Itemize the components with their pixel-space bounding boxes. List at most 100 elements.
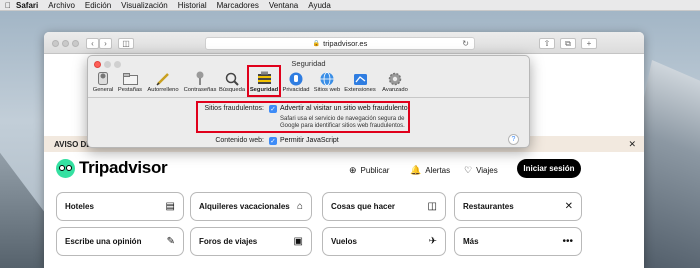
- menu-safari[interactable]: Safari: [16, 1, 38, 10]
- tab-general[interactable]: General: [92, 69, 114, 97]
- bed-icon: ▤: [165, 201, 175, 212]
- owl-icon: [56, 158, 75, 178]
- card-alquileres[interactable]: Alquileres vacacionales ⌂: [190, 192, 312, 221]
- ticket-icon: ◫: [427, 201, 437, 212]
- tab-busqueda[interactable]: Búsqueda: [218, 69, 246, 97]
- reload-icon[interactable]: ↻: [462, 39, 469, 48]
- prefs-title: Seguridad: [291, 59, 326, 68]
- window-minimize-button[interactable]: [62, 40, 69, 47]
- tab-autorrelleno[interactable]: Autorrelleno: [146, 69, 180, 97]
- tab-label: General: [92, 87, 114, 93]
- fraud-warning-checkbox[interactable]: ✓: [269, 105, 277, 113]
- tabs-overview-icon[interactable]: ⧉: [560, 38, 576, 49]
- tab-label: Pestañas: [117, 87, 143, 93]
- trips-link[interactable]: ♡ Viajes: [464, 165, 498, 176]
- back-icon[interactable]: ‹: [86, 38, 99, 49]
- tab-label: Autorrelleno: [147, 87, 179, 93]
- web-content-label: Contenido web:: [215, 137, 264, 144]
- menu-ayuda[interactable]: Ayuda: [308, 1, 331, 10]
- fraud-note-line2: Google para identificar sitios web fraud…: [280, 123, 405, 129]
- plus-circle-icon: ⊕: [349, 165, 357, 175]
- tab-privacidad[interactable]: Privacidad: [282, 69, 310, 97]
- tab-pestanas[interactable]: Pestañas: [116, 69, 144, 97]
- bell-icon: 🔔: [410, 165, 422, 175]
- safari-toolbar: ‹ › ◫ 🔒 tripadvisor.es ↻ ⇧ ⧉ +: [44, 32, 644, 54]
- menu-edicion[interactable]: Edición: [85, 1, 111, 10]
- card-label: Más: [463, 237, 479, 246]
- alerts-label: Alertas: [425, 166, 451, 175]
- menu-visualizacion[interactable]: Visualización: [121, 1, 168, 10]
- tab-label: Extensiones: [344, 87, 376, 93]
- card-mas[interactable]: Más •••: [454, 227, 582, 256]
- card-restaurantes[interactable]: Restaurantes ✕: [454, 192, 582, 221]
- heart-icon: ♡: [464, 165, 473, 175]
- fraud-warning-label: Advertir al visitar un sitio web fraudul…: [280, 105, 408, 112]
- tripadvisor-logo[interactable]: Tripadvisor: [56, 158, 168, 178]
- prefs-toolbar: General Pestañas Autorrelleno Contraseña…: [88, 65, 529, 98]
- edit-icon: ✎: [166, 236, 175, 247]
- globe-icon: [320, 71, 335, 86]
- sidebar-toggle-icon[interactable]: ◫: [118, 38, 134, 49]
- pencil-icon: [156, 71, 171, 86]
- card-foros[interactable]: Foros de viajes ▣: [190, 227, 312, 256]
- menu-archivo[interactable]: Archivo: [48, 1, 75, 10]
- address-url: tripadvisor.es: [323, 39, 368, 48]
- close-icon[interactable]: ✕: [628, 139, 636, 150]
- lock-icon: 🔒: [312, 41, 321, 47]
- publish-label: Publicar: [360, 166, 390, 175]
- plane-icon: ✈: [428, 236, 437, 247]
- tab-sitios-web[interactable]: Sitios web: [312, 69, 342, 97]
- card-escribe-opinion[interactable]: Escribe una opinión ✎: [56, 227, 184, 256]
- alerts-link[interactable]: 🔔 Alertas: [410, 165, 450, 176]
- window-close-button[interactable]: [52, 40, 59, 47]
- forward-icon[interactable]: ›: [99, 38, 112, 49]
- key-icon: [193, 71, 208, 86]
- card-label: Alquileres vacacionales: [199, 202, 290, 211]
- tab-avanzado[interactable]: Avanzado: [380, 69, 410, 97]
- card-label: Cosas que hacer: [331, 202, 396, 211]
- new-tab-icon[interactable]: +: [581, 38, 597, 49]
- menu-ventana[interactable]: Ventana: [269, 1, 298, 10]
- logo-text: Tripadvisor: [79, 158, 168, 177]
- login-button[interactable]: Iniciar sesión: [517, 159, 581, 178]
- cutlery-icon: ✕: [564, 201, 573, 212]
- card-label: Foros de viajes: [199, 237, 258, 246]
- cookie-banner-text: AVISO DE: [54, 139, 92, 149]
- tab-label: Avanzado: [382, 87, 408, 93]
- tab-label: Sitios web: [313, 87, 341, 93]
- preferences-window: Seguridad General Pestañas Autorrelleno …: [87, 55, 530, 148]
- switch-icon: [96, 71, 111, 86]
- card-label: Hoteles: [65, 202, 94, 211]
- puzzle-icon: [353, 71, 368, 86]
- card-cosas-que-hacer[interactable]: Cosas que hacer ◫: [322, 192, 446, 221]
- macos-menu-bar:  Safari Archivo Edición Visualización H…: [0, 0, 700, 11]
- card-label: Vuelos: [331, 237, 357, 246]
- apple-icon[interactable]: : [0, 1, 16, 10]
- trips-label: Viajes: [476, 166, 498, 175]
- tab-extensiones[interactable]: Extensiones: [343, 69, 377, 97]
- hand-icon: [289, 71, 304, 86]
- house-icon: ⌂: [296, 201, 303, 212]
- tabs-icon: [122, 71, 138, 86]
- javascript-checkbox[interactable]: ✓: [269, 137, 277, 145]
- menu-historial[interactable]: Historial: [178, 1, 207, 10]
- share-icon[interactable]: ⇧: [539, 38, 555, 49]
- address-bar[interactable]: 🔒 tripadvisor.es ↻: [205, 37, 475, 50]
- tab-label: Privacidad: [282, 87, 310, 93]
- menu-marcadores[interactable]: Marcadores: [217, 1, 259, 10]
- card-label: Restaurantes: [463, 202, 514, 211]
- chat-icon: ▣: [293, 236, 303, 247]
- window-zoom-button[interactable]: [72, 40, 79, 47]
- seguridad-tab-highlight: [247, 65, 281, 97]
- more-icon: •••: [562, 236, 573, 247]
- magnifier-icon: [225, 71, 240, 86]
- card-vuelos[interactable]: Vuelos ✈: [322, 227, 446, 256]
- tab-contrasenas[interactable]: Contraseñas: [184, 69, 216, 97]
- publish-link[interactable]: ⊕ Publicar: [349, 165, 389, 176]
- tab-label: Búsqueda: [218, 87, 246, 93]
- help-button[interactable]: ?: [508, 134, 519, 145]
- gear-icon: [388, 71, 403, 86]
- card-hoteles[interactable]: Hoteles ▤: [56, 192, 184, 221]
- fraud-label: Sitios fraudulentos:: [204, 105, 264, 112]
- javascript-label: Permitir JavaScript: [280, 137, 339, 144]
